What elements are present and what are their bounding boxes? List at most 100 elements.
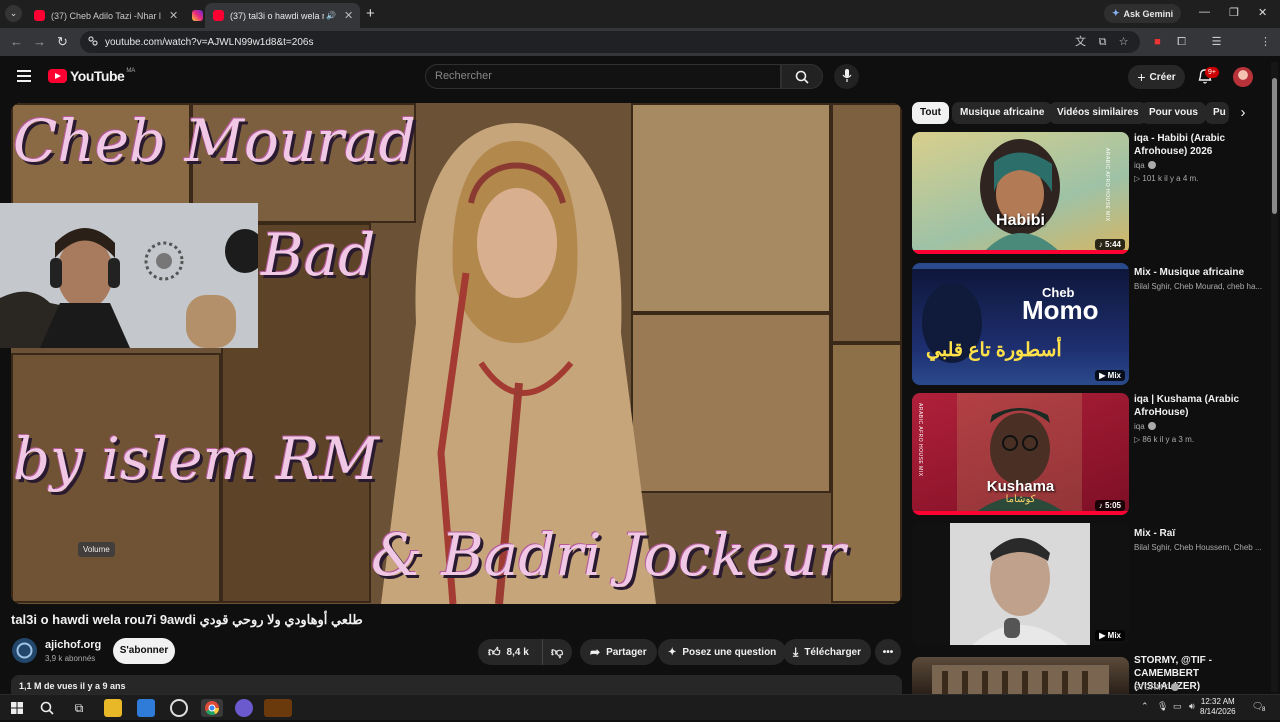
share-button[interactable]: ➦ Partager xyxy=(580,639,657,665)
video-channel[interactable]: Bilal Sghir, Cheb Mourad, cheb ha... xyxy=(1134,282,1262,291)
hamburger-menu-icon[interactable] xyxy=(17,70,31,82)
video-title[interactable]: Mix - Raï xyxy=(1134,527,1262,540)
site-info-icon[interactable] xyxy=(88,36,98,46)
like-button[interactable]: 👍︎ 8,4 k xyxy=(478,639,542,665)
video-channel[interactable]: iqa xyxy=(1134,161,1262,170)
address-bar[interactable]: youtube.com/watch?v=AJWLN99w1d8&t=206s xyxy=(80,31,1140,53)
chevron-right-icon[interactable]: › xyxy=(1232,102,1254,124)
minimize-button[interactable]: — xyxy=(1199,6,1210,18)
video-thumbnail[interactable] xyxy=(912,657,1129,694)
video-thumbnail[interactable]: Habibi ARABIC AFRO HOUSE MIX ♪ 5:44 xyxy=(912,132,1129,254)
video-channel[interactable]: Bilal Sghir, Cheb Houssem, Cheb ... xyxy=(1134,543,1262,552)
verified-icon xyxy=(1171,683,1180,691)
sparkle-icon: ✦ xyxy=(668,646,677,658)
chip-truncated[interactable]: Pu xyxy=(1205,102,1229,124)
extension-icon[interactable]: ■ xyxy=(1151,36,1164,49)
youtube-header: YouTube MA Rechercher + Créer 9+ xyxy=(0,56,1280,100)
webcam-person xyxy=(0,203,258,348)
search-button[interactable] xyxy=(781,64,823,89)
thumbs-down-icon: 👎︎ xyxy=(551,644,564,659)
youtube-logo[interactable]: YouTube MA xyxy=(48,68,135,84)
video-overlay-text: Bad xyxy=(261,221,376,289)
microphone-icon[interactable]: 🎙︎ xyxy=(1157,701,1168,712)
video-channel[interactable]: iqa xyxy=(1134,422,1262,431)
search-input[interactable]: Rechercher xyxy=(425,64,781,89)
speaker-icon[interactable]: 🔊︎ xyxy=(1189,701,1195,712)
microphone-icon xyxy=(842,69,852,82)
thumbnail-art xyxy=(932,665,1109,694)
browser-tab[interactable]: (37) Cheb Adilo Tazi -Nhar l3ierss ✕ xyxy=(26,3,182,28)
gemini-icon: ✦ xyxy=(1112,8,1120,18)
chrome-icon[interactable] xyxy=(201,699,223,717)
reload-button[interactable]: ↻ xyxy=(57,34,68,50)
video-player[interactable]: Cheb Mourad Bad by islem RM & Badri Jock… xyxy=(11,103,902,604)
like-count: 8,4 k xyxy=(506,646,529,658)
video-title[interactable]: iqa - Habibi (Arabic Afrohouse) 2026 xyxy=(1134,132,1262,158)
new-tab-button[interactable]: + xyxy=(366,5,375,22)
app-icon[interactable] xyxy=(264,699,292,717)
windows-start-icon[interactable] xyxy=(8,699,26,717)
video-meta: ▷ 101 k il y a 4 m. xyxy=(1134,174,1199,183)
share-label: Partager xyxy=(606,646,647,658)
chevron-up-icon[interactable]: ⌃ xyxy=(1141,701,1149,712)
search-icon[interactable] xyxy=(38,699,56,717)
volume-tooltip: Volume xyxy=(78,542,115,557)
chip-musique-africaine[interactable]: Musique africaine xyxy=(952,102,1053,124)
video-title: tal3i o hawdi wela rou7i 9awdi طلعي أوها… xyxy=(11,612,363,627)
download-button[interactable]: ⤓ Télécharger xyxy=(783,639,872,665)
system-clock[interactable]: 12:32 AM 8/14/2026 xyxy=(1200,697,1236,717)
more-actions-button[interactable]: ••• xyxy=(875,639,901,665)
chip-pour-vous[interactable]: Pour vous xyxy=(1141,102,1206,124)
store-icon[interactable] xyxy=(137,699,155,717)
video-thumbnail[interactable]: ▶ Mix xyxy=(912,523,1129,645)
audio-playing-icon[interactable]: 🔊 xyxy=(326,11,336,20)
scrollbar-thumb[interactable] xyxy=(1272,78,1277,214)
bookmark-star-icon[interactable]: ☆ xyxy=(1117,36,1130,49)
youtube-icon xyxy=(34,10,45,21)
close-tab-icon[interactable]: ✕ xyxy=(344,9,353,22)
create-button[interactable]: + Créer xyxy=(1128,65,1185,89)
channel-name[interactable]: ajichof.org xyxy=(45,639,101,651)
extensions-puzzle-icon[interactable]: ⧠ xyxy=(1175,36,1188,49)
restore-button[interactable]: ❐ xyxy=(1229,6,1239,19)
views-date: 1,1 M de vues il y a 9 ans xyxy=(19,681,126,691)
video-thumbnail[interactable]: Cheb Momo أسطورة تاع قلبي ▶ Mix xyxy=(912,263,1129,385)
browser-tab-active[interactable]: (37) tal3i o hawdi wela rou7i 9awdi 🔊 ✕ xyxy=(205,3,360,28)
back-button[interactable]: ← xyxy=(10,34,23,49)
chip-videos-similaires[interactable]: Vidéos similaires xyxy=(1049,102,1147,124)
video-overlay-text: Cheb Mourad xyxy=(13,107,416,175)
channel-avatar[interactable] xyxy=(12,638,37,663)
thumbnail-text: Momo xyxy=(1022,295,1099,325)
app-icon[interactable] xyxy=(235,699,253,717)
app-icon[interactable] xyxy=(170,699,188,717)
video-overlay-text: & Badri Jockeur xyxy=(371,521,846,589)
close-tab-icon[interactable]: ✕ xyxy=(169,9,178,22)
forward-button[interactable]: → xyxy=(33,34,46,49)
country-code: MA xyxy=(126,68,136,74)
video-thumbnail[interactable]: Kushama كوشاما ARABIC AFRO HOUSE MIX ♪ 5… xyxy=(912,393,1129,515)
video-title[interactable]: iqa | Kushama (Arabic AfroHouse) xyxy=(1134,393,1262,419)
thumbnail-side-text: ARABIC AFRO HOUSE MIX xyxy=(1104,148,1110,222)
task-view-icon[interactable]: ⧉ xyxy=(70,699,88,717)
close-window-button[interactable]: ✕ xyxy=(1258,6,1267,19)
thumbnail-art xyxy=(912,139,1129,254)
tab-search-button[interactable]: ⌄ xyxy=(5,5,22,22)
ask-question-button[interactable]: ✦ Posez une question xyxy=(658,639,787,665)
chip-tout[interactable]: Tout xyxy=(912,102,949,124)
install-app-icon[interactable]: ⧉ xyxy=(1096,36,1109,49)
file-explorer-icon[interactable] xyxy=(104,699,122,717)
tab-groups-icon[interactable]: ☰ xyxy=(1210,36,1223,49)
subscribe-button[interactable]: S'abonner xyxy=(113,638,175,664)
network-icon[interactable]: ▭ xyxy=(1173,701,1182,712)
description-box[interactable]: 1,1 M de vues il y a 9 ans xyxy=(11,675,902,695)
ask-gemini-button[interactable]: ✦ Ask Gemini xyxy=(1104,4,1182,23)
account-avatar[interactable] xyxy=(1233,67,1253,87)
browser-tab-pinned[interactable] xyxy=(184,3,206,28)
chrome-menu-icon[interactable]: ⋮ xyxy=(1259,36,1272,49)
video-title[interactable]: Mix - Musique africaine xyxy=(1134,266,1262,279)
dislike-button[interactable]: 👎︎ xyxy=(542,639,572,665)
download-icon: ⤓ xyxy=(793,644,799,659)
translate-icon[interactable]: 文 xyxy=(1074,36,1087,49)
voice-search-button[interactable] xyxy=(834,64,859,89)
video-channel[interactable]: STORMY xyxy=(1134,683,1262,692)
